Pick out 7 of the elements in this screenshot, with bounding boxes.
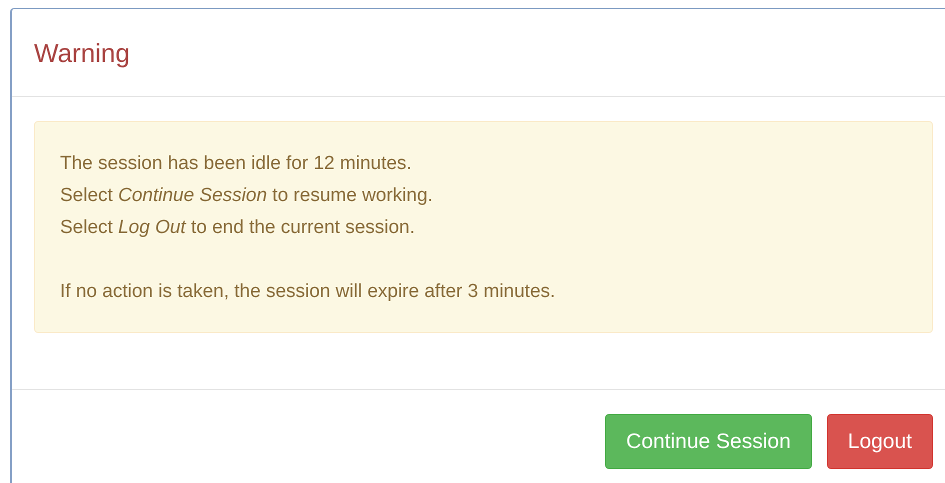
- message-text: Select Log Out to end the current session.: [60, 216, 416, 240]
- logout-button[interactable]: Logout: [826, 414, 933, 469]
- message-text: If no action is taken, the session will expire after 3 minutes.: [60, 280, 556, 304]
- continue-button[interactable]: Continue Session: [605, 414, 812, 469]
- message-text: The session has been idle for 12 minutes.: [60, 152, 413, 176]
- message-text: Select Continue Session to resume working.: [60, 184, 434, 208]
- dialog-title: Warning: [34, 40, 130, 66]
